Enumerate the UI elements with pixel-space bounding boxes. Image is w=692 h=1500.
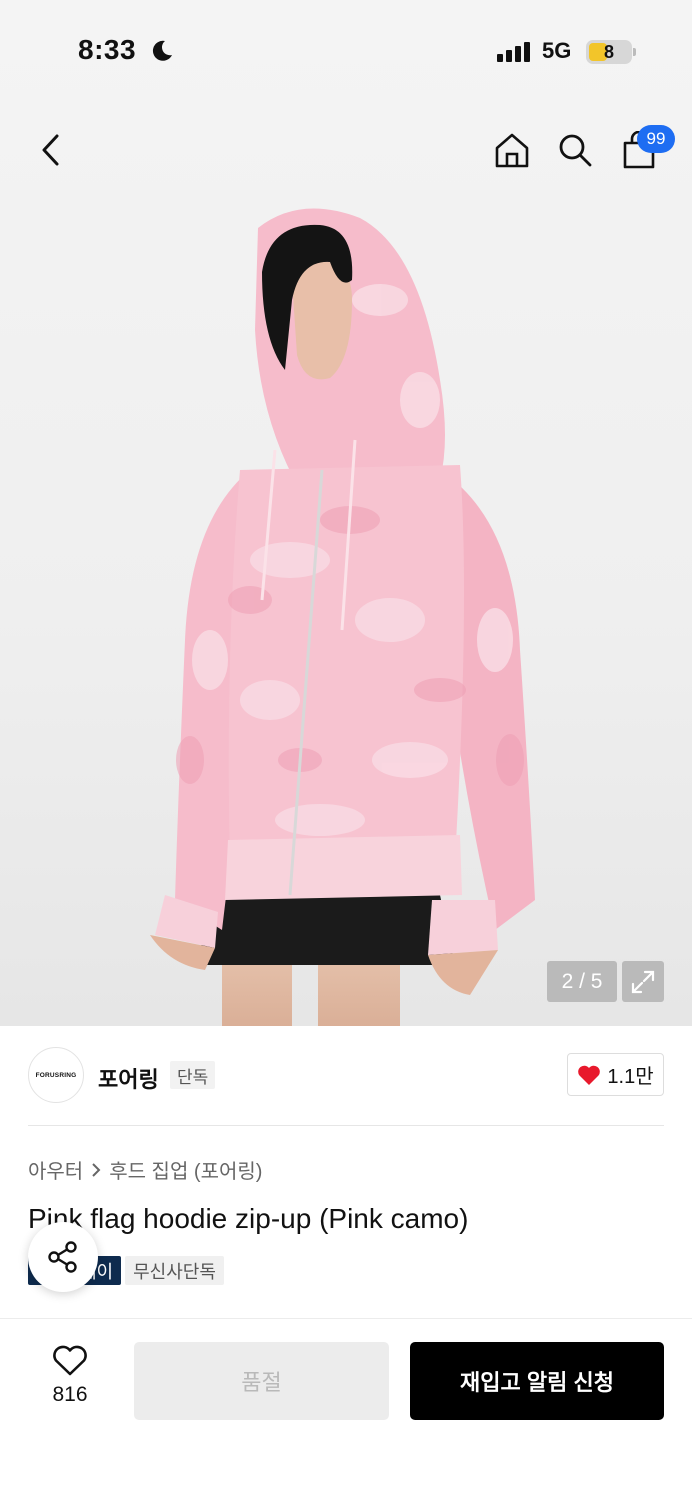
share-icon (48, 1241, 77, 1273)
chevron-left-icon (42, 134, 59, 166)
back-button[interactable] (28, 128, 72, 172)
wishlist-count: 816 (52, 1383, 88, 1406)
heart-outline-icon (53, 1345, 87, 1376)
heart-filled-icon (578, 1065, 601, 1085)
moon-icon (152, 40, 172, 61)
chevron-right-icon (92, 1162, 101, 1177)
product-title: Pink flag hoodie zip-up (Pink camo) (28, 1203, 469, 1234)
brand-row: FORUSRING 포어링 단독 1.1만 (0, 1026, 692, 1126)
expand-image-button[interactable] (622, 961, 664, 1002)
brand-like-count: 1.1만 (607, 1066, 654, 1088)
brand-logo-text: FORUSRING (35, 1071, 77, 1079)
expand-icon (631, 970, 655, 993)
home-button[interactable] (490, 128, 534, 172)
wishlist-button[interactable]: 816 (40, 1345, 100, 1407)
brand-logo[interactable]: FORUSRING (28, 1047, 84, 1103)
divider (28, 1125, 664, 1126)
restock-alert-button[interactable]: 재입고 알림 신청 (410, 1342, 664, 1420)
brand-name[interactable]: 포어링 (98, 1062, 159, 1094)
breadcrumb-category[interactable]: 아우터 (28, 1155, 83, 1184)
battery-level: 8 (603, 41, 614, 62)
brand-like-button[interactable]: 1.1만 (567, 1053, 664, 1096)
search-icon (559, 134, 592, 167)
bottom-action-bar: 816 품절 재입고 알림 신청 (0, 1318, 692, 1500)
status-bar: 8:33 5G 8 (0, 0, 692, 100)
search-button[interactable] (553, 128, 597, 172)
exclusive-badge: 무신사단독 (125, 1256, 224, 1285)
share-button[interactable] (28, 1222, 98, 1292)
status-time: 8:33 (78, 34, 137, 65)
signal-icon (497, 42, 530, 62)
soldout-button: 품절 (134, 1342, 389, 1420)
cart-count-badge: 99 (637, 125, 675, 153)
network-label: 5G (542, 38, 572, 63)
breadcrumb-subcategory[interactable]: 후드 집업 (포어링) (109, 1155, 262, 1184)
home-icon (495, 133, 529, 168)
brand-exclusive-tag: 단독 (170, 1061, 216, 1089)
image-page-counter: 2 / 5 (547, 961, 617, 1002)
battery-icon: 8 (586, 40, 636, 64)
breadcrumb: 아우터 후드 집업 (포어링) (28, 1155, 262, 1184)
